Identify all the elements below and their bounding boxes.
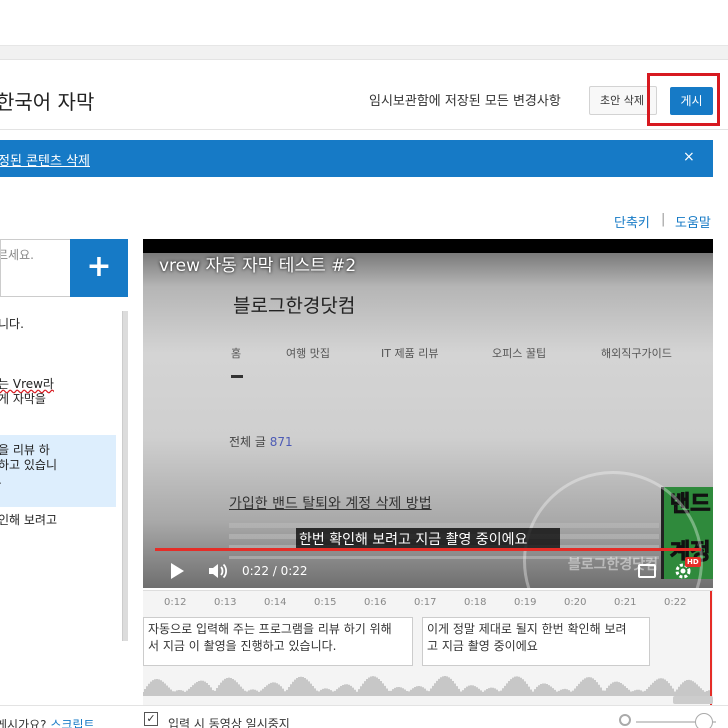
timeline-tick: 0:12 [164, 597, 187, 608]
list-item[interactable]: 인해 보려고 [0, 513, 116, 537]
timeline-tick: 0:17 [414, 597, 437, 608]
delete-content-link[interactable]: 정된 콘텐츠 삭제 [0, 150, 90, 169]
list-item-selected[interactable]: 을 리뷰 하 하고 있습니 . [0, 435, 116, 507]
top-bar [0, 0, 728, 46]
time-display: 0:22 / 0:22 [242, 564, 308, 578]
timeline-tick: 0:13 [214, 597, 237, 608]
progress-bar[interactable] [155, 548, 701, 551]
publish-button[interactable]: 게시 [670, 87, 713, 115]
list-item[interactable]: 는 Vrew라 게 자막을 [0, 377, 116, 417]
video-player[interactable]: 블로그한경닷컴 홈 여행 맛집 IT 제품 리뷰 오피스 꿀팁 해외직구가이드 … [143, 239, 713, 588]
timeline-tick: 0:20 [564, 597, 587, 608]
blog-nav-item: 여행 맛집 [286, 347, 330, 360]
help-link[interactable]: 도움말 [675, 212, 711, 231]
publish-question: 게시가요? 스크립트 [0, 716, 95, 728]
timeline-tick: 0:21 [614, 597, 637, 608]
blog-nav-item: IT 제품 리뷰 [381, 347, 439, 360]
volume-icon[interactable] [207, 561, 229, 581]
timeline-tick: 0:14 [264, 597, 287, 608]
video-title[interactable]: vrew 자동 자막 테스트 #2 [159, 251, 356, 276]
captions-icon[interactable] [638, 564, 656, 578]
video-caption: 한번 확인해 보려고 지금 촬영 중이에요 [299, 532, 528, 548]
hd-badge: HD [685, 557, 701, 567]
subtitle-list: 니다. 는 Vrew라 게 자막을 을 리뷰 하 하고 있습니 . 인해 보려고 [0, 311, 122, 641]
link-separator: | [661, 212, 666, 227]
subtitle-input-placeholder: 르세요. [0, 248, 34, 262]
blog-nav-item: 오피스 꿀팁 [492, 347, 547, 360]
list-item[interactable]: 니다. [0, 317, 116, 341]
play-icon[interactable] [171, 563, 184, 579]
timeline-tick: 0:22 [664, 597, 687, 608]
timeline-tick: 0:15 [314, 597, 337, 608]
header-divider-band [0, 46, 728, 60]
post-title: 가입한 밴드 탈퇴와 계정 삭제 방법 [229, 496, 432, 512]
info-banner: 정된 콘텐츠 삭제 × [0, 140, 713, 177]
playhead-marker[interactable] [710, 591, 712, 705]
blog-nav-item: 홈 [231, 347, 242, 360]
zoom-slider-handle[interactable] [695, 713, 713, 728]
subtitle-cue[interactable]: 자동으로 입력해 주는 프로그램을 리뷰 하기 위해 서 지금 이 촬영을 진행… [143, 617, 413, 666]
shortcuts-link[interactable]: 단축키 [614, 212, 650, 231]
timeline-tick: 0:16 [364, 597, 387, 608]
script-link[interactable]: 스크립트 [50, 718, 94, 728]
editor-header: 한국어 자막 임시보관함에 저장된 모든 변경사항 초안 삭제 게시 [0, 60, 728, 130]
audio-waveform [143, 676, 712, 696]
timeline-scrollbar[interactable] [673, 696, 713, 704]
pause-while-typing-label: 입력 시 동영상 일시중지 [168, 717, 290, 728]
list-scrollbar[interactable] [122, 311, 128, 641]
subtitle-cue[interactable]: 이게 정말 제대로 될지 한번 확인해 보려 고 지금 촬영 중이에요 [422, 617, 650, 666]
timeline-tick: 0:19 [514, 597, 537, 608]
close-icon[interactable]: × [683, 149, 695, 165]
page-title: 한국어 자막 [0, 90, 95, 114]
timeline-tick: 0:18 [464, 597, 487, 608]
saved-status-message: 임시보관함에 저장된 모든 변경사항 [369, 94, 561, 109]
add-subtitle-button[interactable]: + [70, 239, 128, 297]
pause-while-typing-checkbox[interactable]: ✓ [144, 712, 158, 726]
progress-fill [155, 548, 701, 551]
blog-name: 블로그한경닷컴 [233, 295, 356, 317]
blog-nav-item: 해외직구가이드 [601, 347, 672, 360]
post-count: 전체 글 871 [229, 435, 293, 449]
subtitle-timeline[interactable]: 0:12 0:13 0:14 0:15 0:16 0:17 0:18 0:19 … [143, 590, 713, 705]
nav-active-indicator [231, 375, 243, 378]
zoom-icon [619, 714, 631, 726]
subtitle-input[interactable]: 르세요. [0, 239, 70, 297]
